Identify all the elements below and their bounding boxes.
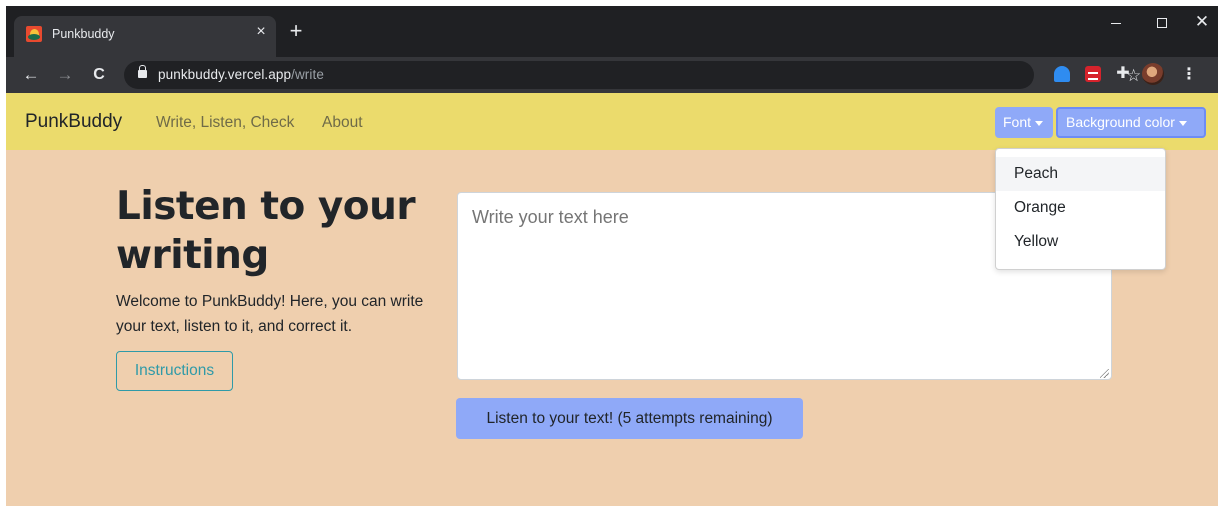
back-arrow-icon[interactable]: ← [20, 64, 42, 86]
page-title-line-2: writing [116, 233, 269, 278]
font-dropdown-label: Font [1003, 114, 1032, 130]
minimize-icon [1111, 22, 1121, 24]
tab-title: Punkbuddy [52, 27, 115, 41]
menu-item-orange[interactable]: Orange [996, 191, 1165, 225]
welcome-text: Welcome to PunkBuddy! Here, you can writ… [116, 293, 424, 335]
kebab-menu-icon[interactable]: ⋮ [1181, 64, 1197, 86]
url-host: punkbuddy.vercel.app [158, 67, 292, 82]
font-dropdown-button[interactable]: Font [995, 107, 1053, 138]
listen-button[interactable]: Listen to your text! (5 attempts remaini… [456, 398, 803, 439]
maximize-icon [1157, 18, 1167, 29]
caret-down-icon [1178, 120, 1187, 126]
url-text: punkbuddy.vercel.app/write [158, 67, 324, 82]
browser-toolbar: ← → C punkbuddy.vercel.app/write ☆ ✚ ⋮ [6, 57, 1218, 93]
nav-link-write[interactable]: Write, Listen, Check [156, 114, 294, 132]
tab-close-icon[interactable]: × [252, 23, 270, 41]
menu-item-yellow[interactable]: Yellow [996, 225, 1165, 259]
punkbuddy-favicon-icon [26, 26, 42, 42]
profile-avatar[interactable] [1142, 63, 1164, 85]
page-title: Listen to your writing [116, 182, 446, 280]
url-path: /write [291, 67, 324, 82]
forward-arrow-icon[interactable]: → [54, 64, 76, 86]
page-title-line-1: Listen to your [116, 184, 416, 229]
minimize-button[interactable] [1096, 10, 1136, 34]
new-tab-button[interactable]: + [286, 20, 306, 42]
instructions-button[interactable]: Instructions [116, 351, 233, 391]
reload-icon[interactable]: C [88, 64, 110, 86]
background-color-dropdown-button[interactable]: Background color [1056, 107, 1206, 138]
address-bar[interactable]: punkbuddy.vercel.app/write ☆ [124, 61, 1141, 89]
window-close-button[interactable]: ✕ [1182, 10, 1218, 34]
resize-grip-icon[interactable] [1100, 369, 1109, 378]
extension-icon[interactable] [1085, 66, 1101, 82]
site-navbar: PunkBuddy Write, Listen, Check About Fon… [6, 93, 1218, 150]
caret-down-icon [1035, 120, 1044, 126]
background-color-menu: Peach Orange Yellow [995, 148, 1166, 270]
lock-icon [138, 65, 147, 78]
puzzle-icon[interactable]: ✚ [1115, 66, 1131, 82]
brand-link[interactable]: PunkBuddy [25, 111, 122, 133]
nav-link-about[interactable]: About [322, 114, 363, 132]
maximize-button[interactable] [1142, 10, 1182, 34]
browser-window: Punkbuddy × + ✕ ← → C punkbuddy.vercel.a… [6, 6, 1218, 506]
background-color-dropdown-label: Background color [1066, 114, 1175, 130]
page-content: PunkBuddy Write, Listen, Check About Fon… [6, 93, 1218, 506]
menu-item-peach[interactable]: Peach [996, 157, 1165, 191]
tab-strip: Punkbuddy × + ✕ [6, 6, 1218, 57]
browser-tab[interactable]: Punkbuddy × [14, 16, 276, 57]
extension-icon[interactable] [1054, 66, 1070, 82]
